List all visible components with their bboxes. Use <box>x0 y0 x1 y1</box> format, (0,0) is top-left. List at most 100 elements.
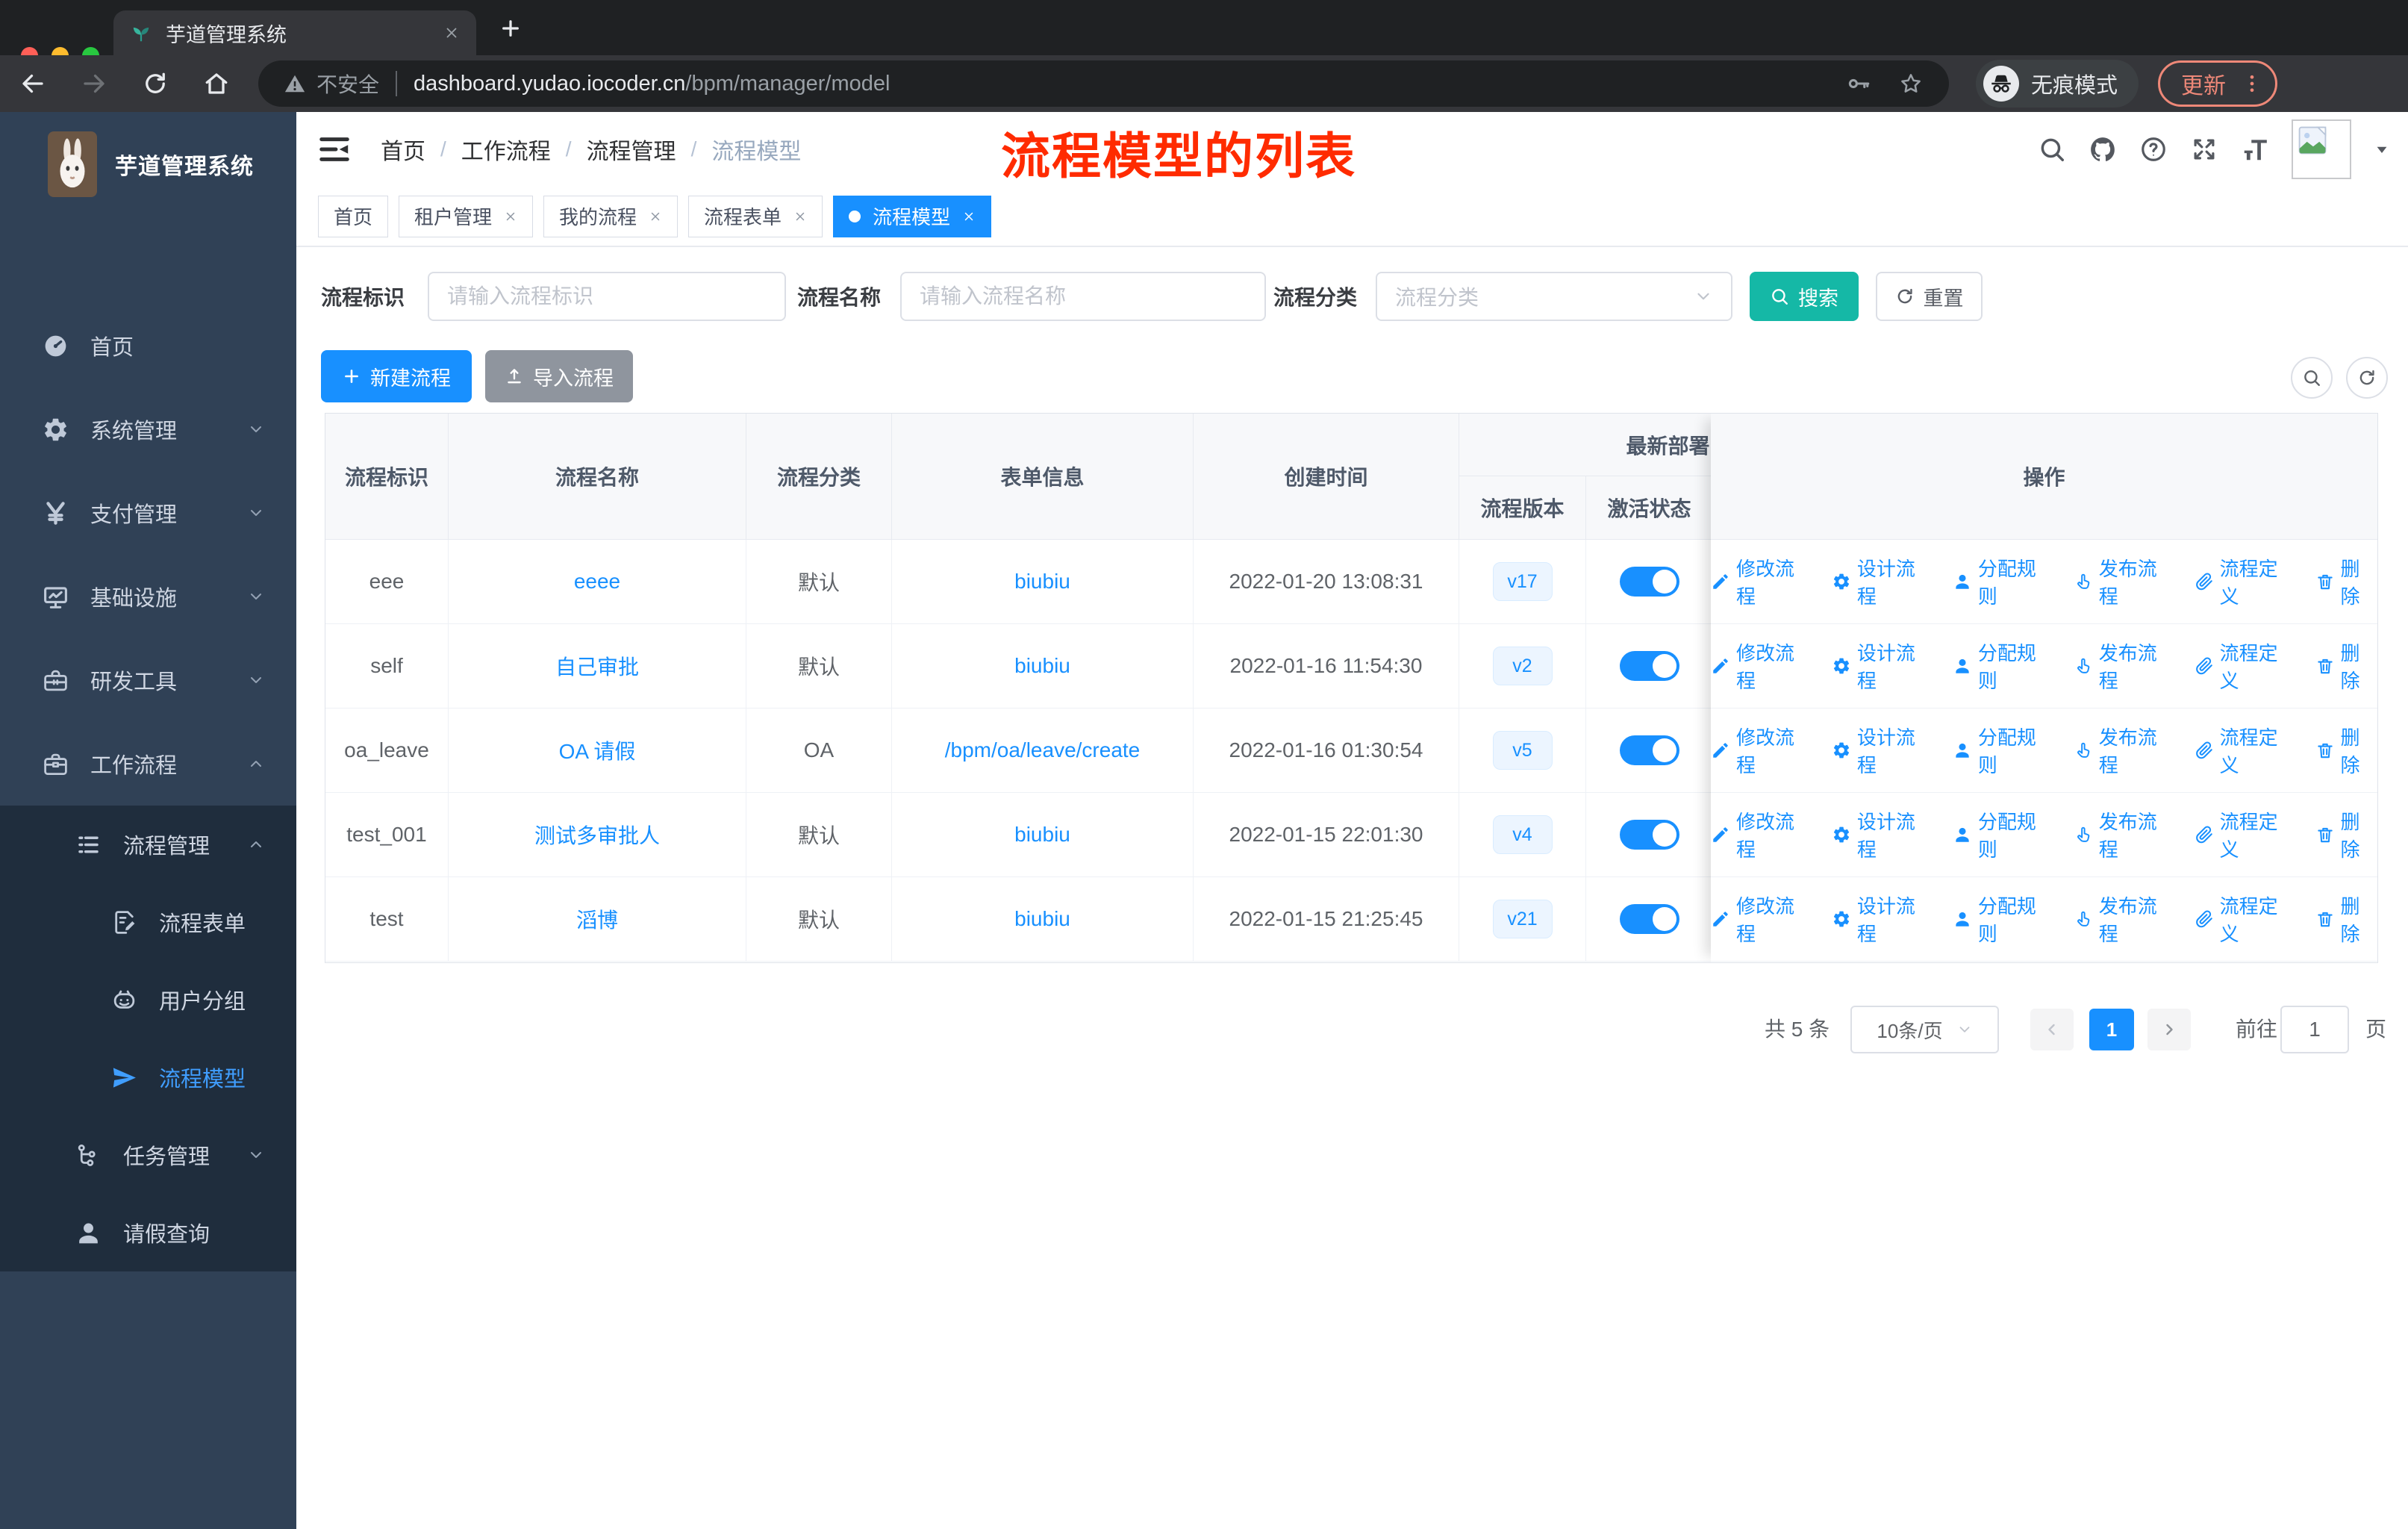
action-publish-process[interactable]: 发布流程 <box>2074 807 2174 862</box>
goto-page-input[interactable] <box>2280 1006 2349 1053</box>
reload-icon[interactable] <box>142 70 169 97</box>
action-design-process[interactable]: 设计流程 <box>1832 891 1932 947</box>
action-modify-process[interactable]: 修改流程 <box>1711 891 1811 947</box>
action-process-definition[interactable]: 流程定义 <box>2195 723 2295 778</box>
sidebar-item-task-management[interactable]: 任务管理 <box>0 1116 296 1194</box>
action-process-definition[interactable]: 流程定义 <box>2195 891 2295 947</box>
update-browser-button[interactable]: 更新 <box>2158 60 2278 107</box>
tag-my-process[interactable]: 我的流程 <box>543 195 679 237</box>
action-design-process[interactable]: 设计流程 <box>1832 807 1932 862</box>
active-toggle[interactable] <box>1619 651 1679 681</box>
action-design-process[interactable]: 设计流程 <box>1832 554 1932 609</box>
action-modify-process[interactable]: 修改流程 <box>1711 638 1811 694</box>
fullscreen-icon[interactable] <box>2190 135 2218 164</box>
action-assign-rule[interactable]: 分配规则 <box>1953 891 2053 947</box>
action-delete[interactable]: 删除 <box>2315 891 2377 947</box>
forward-icon[interactable] <box>81 70 107 97</box>
new-tab-button[interactable] <box>499 16 523 40</box>
action-process-definition[interactable]: 流程定义 <box>2195 554 2295 609</box>
sidebar-item-devtools[interactable]: 研发工具 <box>0 638 296 722</box>
current-page-button[interactable]: 1 <box>2089 1009 2134 1050</box>
reset-button[interactable]: 重置 <box>1876 272 1983 321</box>
action-assign-rule[interactable]: 分配规则 <box>1953 723 2053 778</box>
security-label[interactable]: 不安全 <box>316 69 379 99</box>
form-info-link[interactable]: /bpm/oa/leave/create <box>945 738 1141 762</box>
action-delete[interactable]: 删除 <box>2315 723 2377 778</box>
caret-down-icon[interactable] <box>2374 141 2390 158</box>
action-modify-process[interactable]: 修改流程 <box>1711 554 1811 609</box>
close-icon[interactable] <box>443 25 460 41</box>
sidebar-item-leave-query[interactable]: 请假查询 <box>0 1194 296 1271</box>
url-bar[interactable]: 不安全 dashboard.yudao.iocoder.cn /bpm/mana… <box>258 60 1949 107</box>
breadcrumb-item[interactable]: 首页 <box>381 133 425 166</box>
refresh-table-button[interactable] <box>2346 357 2388 399</box>
active-toggle[interactable] <box>1619 904 1679 934</box>
action-assign-rule[interactable]: 分配规则 <box>1953 638 2053 694</box>
prev-page-button[interactable] <box>2030 1009 2074 1050</box>
back-icon[interactable] <box>19 70 46 97</box>
close-icon[interactable] <box>504 210 517 223</box>
search-icon[interactable] <box>2038 135 2066 164</box>
action-assign-rule[interactable]: 分配规则 <box>1953 807 2053 862</box>
sidebar-item-process-form[interactable]: 流程表单 <box>0 883 296 961</box>
toggle-search-button[interactable] <box>2291 357 2333 399</box>
action-assign-rule[interactable]: 分配规则 <box>1953 554 2053 609</box>
action-delete[interactable]: 删除 <box>2315 554 2377 609</box>
close-icon[interactable] <box>793 210 807 223</box>
github-icon[interactable] <box>2089 135 2117 164</box>
close-icon[interactable] <box>649 210 662 223</box>
process-name-link[interactable]: OA 请假 <box>559 735 636 765</box>
sidebar-item-process-model[interactable]: 流程模型 <box>0 1038 296 1116</box>
active-toggle[interactable] <box>1619 735 1679 765</box>
menu-dots-icon[interactable] <box>2241 72 2263 95</box>
action-modify-process[interactable]: 修改流程 <box>1711 723 1811 778</box>
filter-category-select[interactable]: 流程分类 <box>1376 272 1732 321</box>
breadcrumb-item[interactable]: 工作流程 <box>461 133 551 166</box>
page-size-select[interactable]: 10条/页 <box>1850 1006 1999 1053</box>
action-process-definition[interactable]: 流程定义 <box>2195 807 2295 862</box>
user-avatar[interactable] <box>2292 119 2351 179</box>
home-icon[interactable] <box>203 70 230 97</box>
action-delete[interactable]: 删除 <box>2315 807 2377 862</box>
breadcrumb-item[interactable]: 流程模型 <box>711 133 801 166</box>
search-button[interactable]: 搜索 <box>1750 272 1859 321</box>
star-icon[interactable] <box>1898 71 1924 96</box>
collapse-menu-icon[interactable] <box>317 132 352 166</box>
action-publish-process[interactable]: 发布流程 <box>2074 638 2174 694</box>
filter-name-input[interactable] <box>900 272 1266 321</box>
action-design-process[interactable]: 设计流程 <box>1832 723 1932 778</box>
tag-home[interactable]: 首页 <box>318 195 389 237</box>
key-icon[interactable] <box>1846 71 1871 96</box>
filter-key-input[interactable] <box>428 272 786 321</box>
process-name-link[interactable]: 自己审批 <box>555 651 639 681</box>
sidebar-item-process-management[interactable]: 流程管理 <box>0 806 296 883</box>
sidebar-item-workflow[interactable]: 工作流程 <box>0 722 296 806</box>
tag-process-form[interactable]: 流程表单 <box>688 195 823 237</box>
next-page-button[interactable] <box>2147 1009 2191 1050</box>
create-process-button[interactable]: 新建流程 <box>321 350 472 402</box>
fontsize-icon[interactable] <box>2241 135 2269 164</box>
form-info-link[interactable]: biubiu <box>1014 823 1070 847</box>
process-name-link[interactable]: eeee <box>574 570 620 594</box>
sidebar-item-home[interactable]: 首页 <box>0 304 296 387</box>
close-icon[interactable] <box>962 210 976 223</box>
action-delete[interactable]: 删除 <box>2315 638 2377 694</box>
browser-tab[interactable]: 芋道管理系统 <box>113 10 476 55</box>
form-info-link[interactable]: biubiu <box>1014 570 1070 594</box>
breadcrumb-item[interactable]: 流程管理 <box>587 133 676 166</box>
form-info-link[interactable]: biubiu <box>1014 907 1070 931</box>
action-modify-process[interactable]: 修改流程 <box>1711 807 1811 862</box>
action-design-process[interactable]: 设计流程 <box>1832 638 1932 694</box>
help-icon[interactable] <box>2139 135 2168 164</box>
tag-tenant-management[interactable]: 租户管理 <box>399 195 534 237</box>
process-name-link[interactable]: 测试多审批人 <box>534 820 660 850</box>
tag-process-model[interactable]: 流程模型 <box>833 195 992 237</box>
action-publish-process[interactable]: 发布流程 <box>2074 891 2174 947</box>
action-publish-process[interactable]: 发布流程 <box>2074 554 2174 609</box>
import-process-button[interactable]: 导入流程 <box>485 350 633 402</box>
sidebar-item-payment[interactable]: 支付管理 <box>0 471 296 555</box>
process-name-link[interactable]: 滔博 <box>576 904 618 934</box>
sidebar-item-infrastructure[interactable]: 基础设施 <box>0 555 296 638</box>
form-info-link[interactable]: biubiu <box>1014 654 1070 678</box>
action-publish-process[interactable]: 发布流程 <box>2074 723 2174 778</box>
